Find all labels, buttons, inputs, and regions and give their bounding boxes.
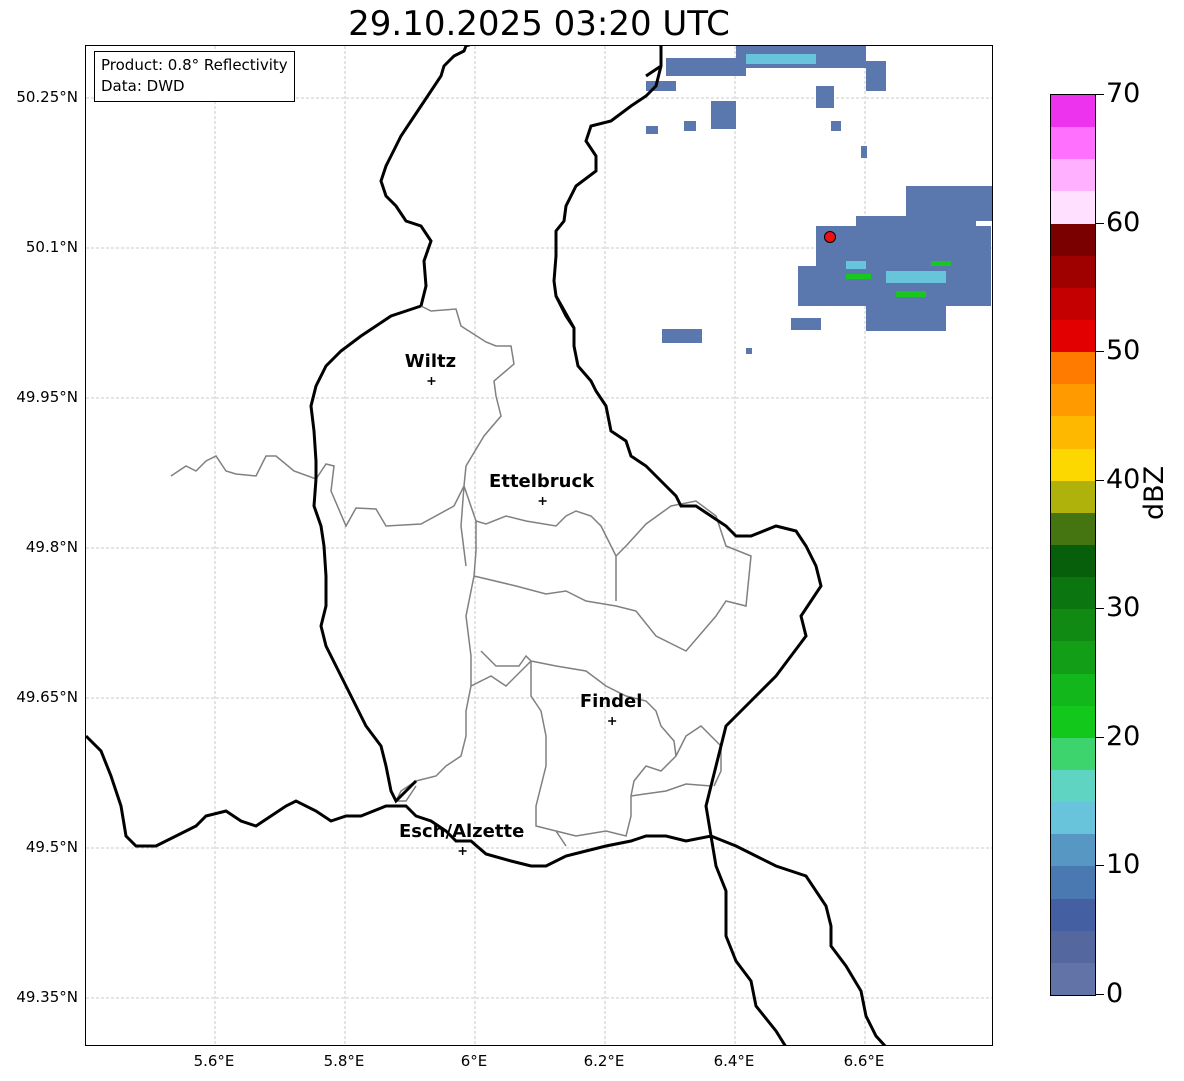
colorbar-segment [1051, 898, 1095, 931]
colorbar-tick-label: 50 [1106, 335, 1141, 367]
info-box: Product: 0.8° Reflectivity Data: DWD [94, 51, 295, 102]
colorbar-tick-label: 70 [1106, 78, 1141, 109]
radar-site-marker[interactable] [824, 231, 836, 243]
lat-tick-label: 49.95°N [16, 388, 78, 406]
city-markers [427, 377, 617, 855]
map-panel[interactable] [85, 45, 993, 1046]
colorbar-segment [1051, 158, 1095, 192]
colorbar-tick [1096, 222, 1104, 224]
map-canvas[interactable] [86, 46, 993, 1046]
colorbar-segment [1051, 480, 1095, 513]
lat-tick-label: 50.25°N [16, 88, 78, 106]
colorbar-segment [1051, 705, 1095, 738]
colorbar-segment [1051, 94, 1095, 128]
lat-tick-label: 49.5°N [25, 838, 78, 856]
colorbar-segment [1051, 962, 1095, 995]
colorbar-tick-label: 20 [1106, 720, 1141, 752]
colorbar-tick-label: 40 [1106, 463, 1141, 495]
colorbar-segment [1051, 287, 1095, 320]
colorbar-unit-label: dBZ [1139, 465, 1170, 520]
colorbar-segment [1051, 930, 1095, 963]
colorbar-tick [1096, 994, 1104, 995]
lat-tick-label: 50.1°N [25, 238, 78, 256]
colorbar-segment [1051, 448, 1095, 481]
colorbar-segment [1051, 769, 1095, 803]
colorbar-segment [1051, 833, 1095, 867]
colorbar-segment [1051, 608, 1095, 642]
colorbar-segment [1051, 737, 1095, 770]
canton-borders [170, 305, 752, 847]
echo-cells-east [662, 186, 992, 354]
colorbar-segment [1051, 673, 1095, 706]
lon-tick-label: 6.4°E [713, 1052, 755, 1070]
colorbar-segment [1051, 383, 1095, 417]
colorbar-segment [1051, 190, 1095, 224]
graticule [86, 46, 992, 1045]
colorbar-tick [1096, 94, 1104, 95]
city-marker [427, 377, 436, 385]
borders [86, 46, 887, 1045]
lat-tick-label: 49.35°N [16, 988, 78, 1006]
colorbar [1050, 94, 1096, 996]
city-label: Esch/Alzette [399, 821, 525, 842]
colorbar-tick [1096, 736, 1104, 738]
lat-tick-label: 49.65°N [16, 688, 78, 706]
city-label: Ettelbruck [489, 471, 595, 492]
colorbar-segment [1051, 544, 1095, 578]
country-borders [86, 46, 887, 1045]
city-label: Wiltz [404, 351, 457, 372]
radar-echoes [646, 46, 992, 354]
map-title: 29.10.2025 03:20 UTC [348, 4, 730, 44]
colorbar-tick [1096, 865, 1104, 867]
colorbar-tick [1096, 479, 1104, 481]
colorbar-segment [1051, 126, 1095, 160]
colorbar-segment [1051, 255, 1095, 288]
city-marker [608, 717, 617, 725]
data-source-label: Data: DWD [101, 77, 185, 95]
colorbar-segment [1051, 415, 1095, 449]
city-label: Findel [579, 691, 643, 712]
colorbar-segment [1051, 640, 1095, 674]
colorbar-tick [1096, 608, 1104, 610]
colorbar-segment [1051, 865, 1095, 899]
colorbar-segment [1051, 801, 1095, 835]
colorbar-segment [1051, 319, 1095, 353]
colorbar-tick-label: 10 [1106, 849, 1141, 881]
lon-tick-label: 6.2°E [583, 1052, 625, 1070]
city-marker [538, 497, 547, 505]
lon-tick-label: 6.6°E [843, 1052, 885, 1070]
lon-tick-label: 5.8°E [323, 1052, 365, 1070]
product-label: Product: 0.8° Reflectivity [101, 56, 288, 74]
city-marker [458, 847, 467, 855]
colorbar-segment [1051, 512, 1095, 545]
colorbar-tick-label: 60 [1106, 206, 1141, 238]
colorbar-segment [1051, 576, 1095, 610]
colorbar-segment [1051, 223, 1095, 256]
lon-tick-label: 6°E [460, 1052, 488, 1070]
lat-tick-label: 49.8°N [25, 538, 78, 556]
colorbar-tick [1096, 351, 1104, 353]
colorbar-tick-label: 0 [1106, 978, 1124, 1009]
lon-tick-label: 5.6°E [193, 1052, 235, 1070]
colorbar-tick-label: 30 [1106, 592, 1141, 624]
colorbar-segment [1051, 351, 1095, 385]
